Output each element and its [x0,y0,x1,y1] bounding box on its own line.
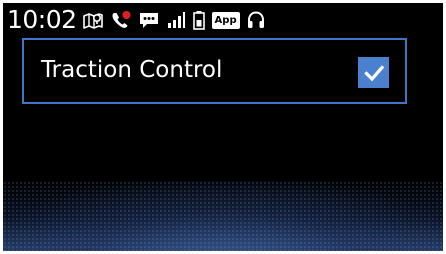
headset-icon [246,7,266,33]
message-icon [138,7,160,33]
battery-icon [192,7,206,33]
status-bar: 10:02 App [3,3,443,37]
clock: 10:02 [7,5,77,34]
screen: 10:02 App Traction Control [3,3,443,251]
signal-strength-icon [166,7,186,33]
checkmark-icon [363,64,384,81]
navigation-map-icon [82,7,104,33]
app-badge: App [211,11,240,29]
setting-label: Traction Control [41,57,223,83]
traction-control-setting[interactable]: Traction Control [22,38,407,104]
missed-call-icon [110,7,132,33]
bottom-glow [3,181,443,251]
traction-control-checkbox[interactable] [358,57,389,88]
